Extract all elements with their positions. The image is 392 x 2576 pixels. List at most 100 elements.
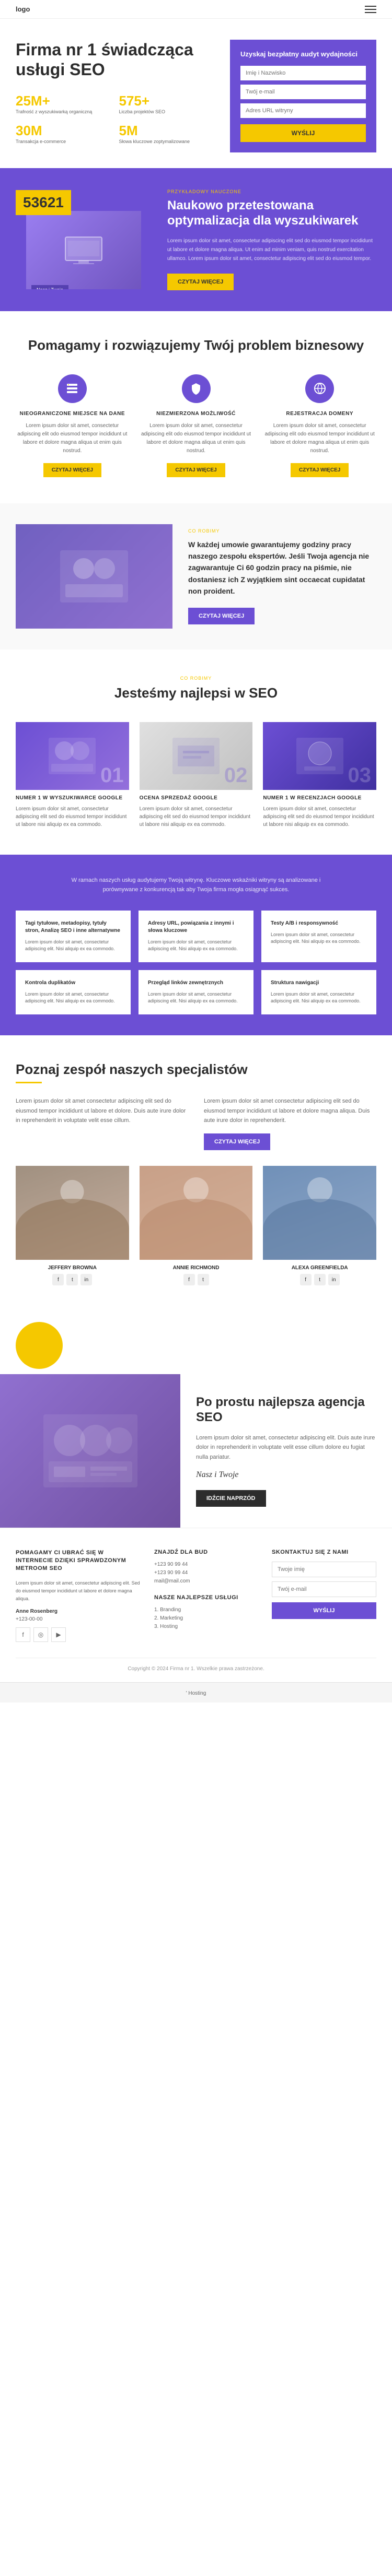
footer-service-1[interactable]: 1. Branding (154, 1607, 259, 1613)
audit-grid: Tagi tytułowe, metadopisy, tytuły stron,… (16, 911, 376, 1014)
help-card-1-button[interactable]: CZYTAJ WIĘCEJ (43, 463, 101, 477)
footer-bottom: Copyright © 2024 Firma nr 1. Wszelkie pr… (16, 1658, 376, 1672)
footer-instagram-icon[interactable]: ◎ (33, 1627, 48, 1642)
team-read-more-button[interactable]: CZYTAJ WIĘCEJ (204, 1133, 270, 1150)
ba-title: Po prostu najlepsza agencja SEO (196, 1395, 376, 1425)
purple-section: 53621 Nasz i Twoje PRZYKŁADOWY NAUCZONE … (0, 168, 392, 311)
footer-service-3[interactable]: 3. Hosting (154, 1624, 259, 1629)
ps-body: Lorem ipsum dolor sit amet, consectetur … (167, 237, 376, 263)
annie-social: f t (140, 1274, 253, 1285)
form-url-input[interactable] (240, 103, 366, 118)
footer-col-1-title: POMAGAMY CI UBRAĆ SIĘ W INTERNECIE DZIĘK… (16, 1549, 141, 1573)
alexa-twitter-icon[interactable]: t (314, 1274, 326, 1285)
footer-phone: +123-00-00 (16, 1616, 141, 1622)
form-name-input[interactable] (240, 66, 366, 80)
alexa-photo (263, 1166, 376, 1260)
seo-card-2-image: 02 (140, 722, 253, 790)
ba-content: Po prostu najlepsza agencja SEO Lorem ip… (180, 1374, 392, 1528)
seo-card-3: 03 NUMER 1 W RECENZJACH GOOGLE Lorem ips… (263, 722, 376, 829)
team-intro: Lorem ipsum dolor sit amet consectetur a… (16, 1096, 376, 1150)
hamburger-menu[interactable] (365, 6, 376, 13)
seo-title: Jesteśmy najlepsi w SEO (16, 685, 376, 701)
jeffery-facebook-icon[interactable]: f (52, 1274, 64, 1285)
audit-card-1-title: Tagi tytułowe, metadopisy, tytuły stron,… (25, 920, 121, 935)
seo-card-1-title: NUMER 1 W WYSZUKIWARCE GOOGLE (16, 795, 129, 801)
hero-section: Firma nr 1 świadcząca usługi SEO 25M+ Tr… (0, 19, 392, 168)
footer-top: POMAGAMY CI UBRAĆ SIĘ W INTERNECIE DZIĘK… (16, 1549, 376, 1642)
form-submit-button[interactable]: WYŚLIJ (240, 124, 366, 142)
yellow-circle (16, 1322, 63, 1369)
footer-social-icons: f ◎ ▶ (16, 1627, 141, 1642)
stats-row-1: 25M+ Trafność z wyszukiwarką organiczną … (16, 93, 214, 115)
annie-facebook-icon[interactable]: f (183, 1274, 195, 1285)
footer-form-submit[interactable]: WYŚLIJ (272, 1602, 376, 1619)
help-card-2-button[interactable]: CZYTAJ WIĘCEJ (167, 463, 225, 477)
ba-button[interactable]: IDŹCIE NAPRZÓD (196, 1490, 266, 1507)
footer: POMAGAMY CI UBRAĆ SIĘ W INTERNECIE DZIĘK… (0, 1528, 392, 1682)
footer-address: Anne Rosenberg (16, 1609, 141, 1614)
jeffery-photo (16, 1166, 129, 1260)
stat-575: 575+ Liczba projektów SEO (119, 93, 215, 115)
footer-facebook-icon[interactable]: f (16, 1627, 30, 1642)
guarantee-image (16, 524, 172, 629)
form-email-input[interactable] (240, 85, 366, 99)
audit-section: W ramach naszych usług audytujemy Twoją … (0, 855, 392, 1035)
jeffery-twitter-icon[interactable]: t (66, 1274, 78, 1285)
guarantee-quote: W każdej umowie gwarantujemy godziny pra… (188, 539, 376, 597)
seo-card-3-body: Lorem ipsum dolor sit amet, consectetur … (263, 805, 376, 829)
stat-5m: 5M Słowa kluczowe zoptymalizowane (119, 123, 215, 145)
ps-monitor-graphic (26, 211, 141, 289)
jeffery-social: f t in (16, 1274, 129, 1285)
help-card-2-title: NIEZMIERZONA MOŻLIWOŚĆ (140, 411, 253, 417)
ps-image-box: Nasz i Twoje (26, 211, 141, 289)
team-section: Poznaj zespół naszych specjalistów Lorem… (0, 1035, 392, 1311)
help-card-2: NIEZMIERZONA MOŻLIWOŚĆ Lorem ipsum dolor… (140, 374, 253, 477)
help-card-3-body: Lorem ipsum dolor sit amet, consectetur … (263, 422, 376, 455)
footer-col-1: POMAGAMY CI UBRAĆ SIĘ W INTERNECIE DZIĘK… (16, 1549, 141, 1642)
seo-num-1: 01 (100, 764, 124, 787)
help-icon-1 (58, 374, 87, 403)
help-card-3-button[interactable]: CZYTAJ WIĘCEJ (291, 463, 349, 477)
seo-card-1-body: Lorem ipsum dolor sit amet, consectetur … (16, 805, 129, 829)
guarantee-section: CO ROBIMY W każdej umowie gwarantujemy g… (0, 503, 392, 649)
stat-number: 575+ (119, 93, 215, 109)
team-member-annie: ANNIE RICHMOND f t (140, 1166, 253, 1285)
seo-card-2-title: OCENA SPRZEDAŻ GOOGLE (140, 795, 253, 801)
footer-col-2-item-2: +123 90 99 44 (154, 1570, 259, 1576)
footer-col-3-title: Skontaktuj się z nami (272, 1549, 376, 1555)
help-card-1-body: Lorem ipsum dolor sit amet, consectetur … (16, 422, 129, 455)
footer-form-email[interactable] (272, 1581, 376, 1597)
ps-badge: 53621 (16, 190, 71, 215)
ps-eyebrow: PRZYKŁADOWY NAUCZONE (167, 189, 376, 194)
audit-intro: W ramach naszych usług audytujemy Twoją … (65, 876, 327, 895)
help-title: Pomagamy i rozwiązujemy Twój problem biz… (16, 337, 376, 353)
audit-card-4-title: Kontrola duplikatów (25, 979, 121, 987)
alexa-linkedin-icon[interactable]: in (328, 1274, 340, 1285)
footer-youtube-icon[interactable]: ▶ (51, 1627, 66, 1642)
seo-num-3: 03 (348, 764, 372, 787)
footer-col-2-list: +123 90 99 44 +123 90 99 44 mail@mail.co… (154, 1562, 259, 1584)
footer-service-2[interactable]: 2. Marketing (154, 1615, 259, 1621)
jeffery-linkedin-icon[interactable]: in (80, 1274, 92, 1285)
help-card-3: REJESTRACJA DOMENY Lorem ipsum dolor sit… (263, 374, 376, 477)
stat-label: Liczba projektów SEO (119, 109, 215, 115)
alexa-social: f t in (263, 1274, 376, 1285)
stat-label: Trafność z wyszukiwarką organiczną (16, 109, 111, 115)
audit-card-5-title: Przegląd linków zewnętrznych (148, 979, 244, 987)
team-title: Poznaj zespół naszych specjalistów (16, 1061, 376, 1078)
audit-card-6-title: Struktura nawigacji (271, 979, 367, 987)
alexa-facebook-icon[interactable]: f (300, 1274, 312, 1285)
seo-card-2: 02 OCENA SPRZEDAŻ GOOGLE Lorem ipsum dol… (140, 722, 253, 829)
audit-card-3-title: Testy A/B i responsywność (271, 920, 367, 927)
footer-form-name[interactable] (272, 1562, 376, 1577)
annie-twitter-icon[interactable]: t (198, 1274, 209, 1285)
seo-best-section: CO ROBIMY Jesteśmy najlepsi w SEO 01 NUM… (0, 649, 392, 855)
guarantee-content: CO ROBIMY W każdej umowie gwarantujemy g… (188, 528, 376, 624)
hero-right: Uzyskaj bezpłatny audyt wydajności WYŚLI… (230, 40, 376, 152)
guarantee-button[interactable]: CZYTAJ WIĘCEJ (188, 608, 255, 624)
seo-card-2-body: Lorem ipsum dolor sit amet, consectetur … (140, 805, 253, 829)
team-intro-left-text: Lorem ipsum dolor sit amet consectetur a… (16, 1096, 188, 1126)
seo-eyebrow: CO ROBIMY (16, 676, 376, 681)
team-member-alexa: ALEXA GREENFIELDA f t in (263, 1166, 376, 1285)
ps-read-more-button[interactable]: CZYTAJ WIĘCEJ (167, 274, 234, 290)
